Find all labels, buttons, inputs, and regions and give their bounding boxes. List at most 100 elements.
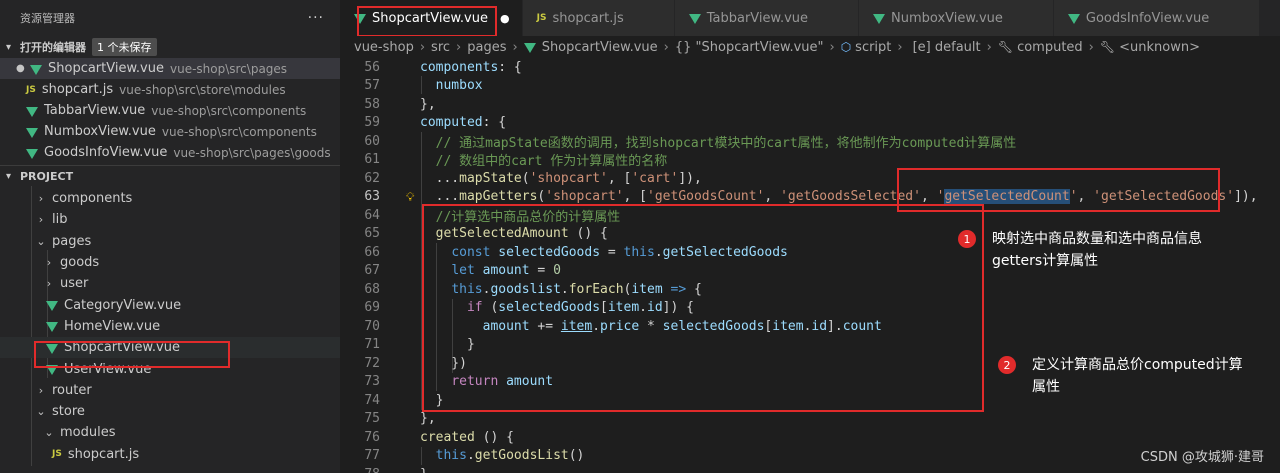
breadcrumb-item[interactable]: script: [855, 40, 891, 55]
chevron-right-icon: ›: [663, 39, 669, 55]
open-editor-item[interactable]: JS shopcart.js vue-shop\src\store\module…: [0, 79, 340, 100]
open-editor-item[interactable]: GoodsInfoView.vue vue-shop\src\pages\goo…: [0, 142, 340, 163]
vue-icon: [46, 301, 58, 312]
callout-1: 映射选中商品数量和选中商品信息 getters计算属性: [986, 226, 1280, 274]
selected-text: getSelectedCount: [944, 189, 1070, 205]
unsaved-dot-icon[interactable]: ●: [500, 12, 510, 25]
project-label: PROJECT: [20, 169, 74, 183]
tree-file-shopcartview[interactable]: ShopcartView.vue: [0, 337, 340, 359]
callout-1-line1: 映射选中商品数量和选中商品信息: [992, 231, 1202, 247]
vue-icon: [523, 43, 536, 53]
tree-file-userview[interactable]: UserView.vue: [0, 358, 340, 379]
tab-goodsinfoview[interactable]: GoodsInfoView.vue: [1053, 0, 1261, 36]
tree-file-homeview[interactable]: HomeView.vue: [0, 316, 340, 337]
breadcrumb-item[interactable]: src: [431, 40, 450, 55]
tree-folder-router[interactable]: › router: [0, 380, 340, 401]
callout-2-line2: 属性: [1032, 379, 1060, 395]
watermark: CSDN @攻城狮·建哥: [1140, 450, 1264, 465]
open-editor-item[interactable]: TabbarView.vue vue-shop\src\components: [0, 100, 340, 121]
breadcrumb-item[interactable]: [e] default: [913, 40, 981, 55]
code-text: let amount = 0: [451, 263, 561, 279]
tree-folder-components[interactable]: › components: [0, 188, 340, 209]
code-text: this.getGoodsList(): [435, 448, 585, 464]
tree-folder-user[interactable]: › user: [0, 273, 340, 294]
open-editor-path: vue-shop\src\pages\goods: [173, 145, 331, 160]
open-editor-path: vue-shop\src\pages: [169, 61, 288, 76]
chevron-right-icon: ›: [38, 213, 44, 227]
chevron-right-icon: ›: [46, 256, 52, 270]
tree-folder-lib[interactable]: › lib: [0, 209, 340, 230]
code-comment: // 数组中的cart 作为计算属性的名称: [420, 154, 668, 170]
open-editor-path: vue-shop\src\components: [151, 103, 307, 118]
tree-file-shopcart-js[interactable]: JS shopcart.js: [0, 444, 340, 465]
open-editor-item[interactable]: NumboxView.vue vue-shop\src\components: [0, 121, 340, 142]
tree-item-label: router: [52, 382, 92, 398]
breadcrumb-item[interactable]: pages: [467, 40, 506, 55]
code-line: 61 // 数组中的cart 作为计算属性的名称: [340, 151, 1280, 170]
open-editor-path: vue-shop\src\components: [161, 124, 317, 139]
code-text: },: [420, 411, 436, 427]
tab-label: TabbarView.vue: [706, 10, 809, 26]
vue-icon: [354, 14, 366, 24]
code-line: 75 },: [340, 410, 1280, 429]
breadcrumb-item[interactable]: {} "ShopcartView.vue": [675, 40, 824, 55]
code-line: 56 components: {: [340, 58, 1280, 77]
project-header[interactable]: ▾ PROJECT: [0, 166, 340, 186]
lightbulb-icon[interactable]: 💡︎: [406, 190, 414, 205]
line-number: 64: [364, 207, 380, 223]
chevron-right-icon: ›: [512, 39, 518, 55]
tab-label: GoodsInfoView.vue: [1085, 10, 1210, 26]
tree-folder-store[interactable]: ⌄ store: [0, 401, 340, 422]
line-number: 57: [364, 78, 380, 94]
line-number: 63: [364, 189, 380, 205]
chevron-down-icon: ▾: [6, 41, 12, 53]
tree-folder-pages[interactable]: ⌄ pages: [0, 231, 340, 252]
tab-label: NumboxView.vue: [891, 10, 1003, 26]
code-line: 57 numbox: [340, 77, 1280, 96]
tree-file-categoryview[interactable]: CategoryView.vue: [0, 294, 340, 315]
breadcrumb-item[interactable]: ShopcartView.vue: [542, 40, 658, 55]
line-number: 73: [364, 374, 380, 390]
tree-folder-modules[interactable]: ⌄ modules: [0, 422, 340, 443]
tab-shopcart-js[interactable]: JS shopcart.js: [522, 0, 675, 36]
code-line: 76 created () {: [340, 428, 1280, 447]
breadcrumb-item[interactable]: <unknown>: [1119, 40, 1200, 55]
chevron-down-icon: ⌄: [36, 234, 46, 248]
tree-item-label: components: [52, 191, 133, 207]
chevron-right-icon: ›: [38, 383, 44, 397]
code-line: 64 //计算选中商品总价的计算属性: [340, 206, 1280, 225]
code-line: 60 // 通过mapState函数的调用，找到shopcart模块中的cart…: [340, 132, 1280, 151]
code-comment: //计算选中商品总价的计算属性: [420, 209, 621, 225]
tab-shopcartview[interactable]: ShopcartView.vue ●: [340, 0, 523, 36]
code-text: created () {: [420, 429, 514, 445]
code-text: },: [420, 467, 436, 473]
line-number: 77: [364, 448, 380, 464]
chevron-down-icon: ⌄: [36, 405, 46, 419]
code-line: 70 amount += item.price * selectedGoods[…: [340, 317, 1280, 336]
tab-numboxview[interactable]: NumboxView.vue: [859, 0, 1054, 36]
unsaved-badge: 1 个未保存: [92, 38, 157, 56]
code-line: 68 this.goodslist.forEach(item => {: [340, 280, 1280, 299]
callout-2-line1: 定义计算商品总价computed计算: [1032, 357, 1243, 373]
open-editor-item[interactable]: ● ShopcartView.vue vue-shop\src\pages: [0, 58, 340, 79]
code-line: 78 },: [340, 465, 1280, 473]
tree-item-label: lib: [52, 212, 68, 228]
code-text: }): [420, 355, 467, 371]
callout-number-2: 2: [998, 356, 1016, 374]
vue-icon: [26, 106, 38, 117]
code-text: computed: {: [420, 115, 507, 131]
breadcrumb-item[interactable]: computed: [1017, 40, 1083, 55]
tab-tabbarview[interactable]: TabbarView.vue: [674, 0, 860, 36]
open-editors-label: 打开的编辑器: [20, 41, 86, 54]
more-actions-icon[interactable]: ···: [308, 10, 324, 26]
code-text: numbox: [435, 78, 483, 94]
line-number: 68: [364, 281, 380, 297]
line-number: 56: [364, 59, 380, 75]
breadcrumb-item[interactable]: vue-shop: [354, 40, 414, 55]
unsaved-dot-icon[interactable]: ●: [16, 63, 30, 74]
code-text: }: [420, 392, 444, 408]
tree-folder-goods[interactable]: › goods: [0, 252, 340, 273]
open-editors-header[interactable]: ▾ 打开的编辑器 1 个未保存: [0, 36, 340, 58]
tree-item-label: user: [60, 276, 89, 292]
code-text: if (selectedGoods[item.id]) {: [466, 300, 694, 316]
